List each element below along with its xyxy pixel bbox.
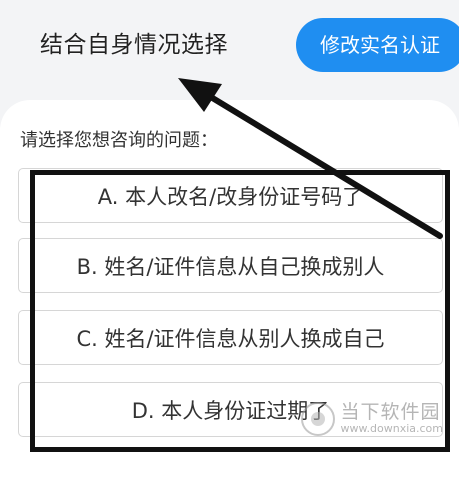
modify-real-name-button[interactable]: 修改实名认证: [296, 18, 459, 72]
watermark: 当下软件园 www.downxia.com: [300, 401, 443, 436]
page-title: 结合自身情况选择: [40, 32, 228, 58]
option-b-label: B. 姓名/证件信息从自己换成别人: [76, 254, 385, 279]
option-a-button[interactable]: A. 本人改名/改身份证号码了: [18, 168, 443, 223]
question-prompt: 请选择您想咨询的问题：: [20, 130, 218, 151]
watermark-url: www.downxia.com: [340, 422, 443, 436]
option-c-label: C. 姓名/证件信息从别人换成自己: [76, 326, 385, 351]
watermark-logo-icon: [300, 402, 335, 436]
option-b-button[interactable]: B. 姓名/证件信息从自己换成别人: [18, 238, 443, 293]
option-a-label: A. 本人改名/改身份证号码了: [97, 184, 364, 209]
option-c-button[interactable]: C. 姓名/证件信息从别人换成自己: [18, 310, 443, 365]
watermark-name: 当下软件园: [340, 401, 441, 424]
